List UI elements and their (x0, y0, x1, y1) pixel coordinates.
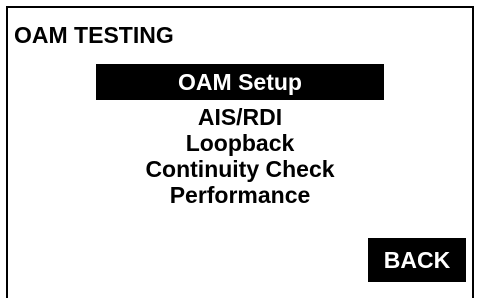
back-button[interactable]: BACK (368, 238, 466, 282)
menu-item-ais-rdi[interactable]: AIS/RDI (8, 104, 472, 130)
menu-item-loopback[interactable]: Loopback (8, 130, 472, 156)
screen-title: OAM TESTING (14, 22, 174, 48)
menu-item-continuity-check[interactable]: Continuity Check (8, 156, 472, 182)
oam-menu: OAM Setup AIS/RDI Loopback Continuity Ch… (8, 64, 472, 208)
oam-testing-screen: OAM TESTING OAM Setup AIS/RDI Loopback C… (6, 6, 474, 298)
menu-item-performance[interactable]: Performance (8, 182, 472, 208)
menu-item-oam-setup[interactable]: OAM Setup (96, 64, 384, 100)
